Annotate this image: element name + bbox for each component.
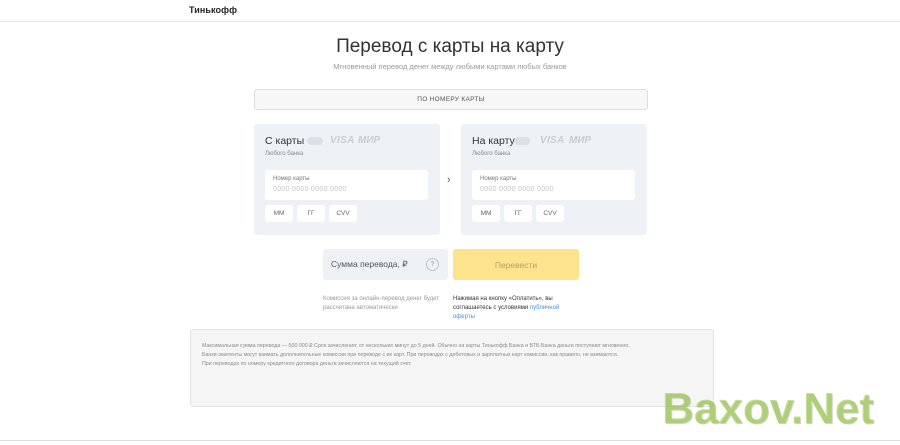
- info-box: Максимальная сумма перевода — 500 000 ₽.…: [190, 329, 714, 407]
- transfer-button[interactable]: Перевести: [453, 249, 579, 280]
- card-from-number-input[interactable]: [273, 186, 421, 193]
- divider: [0, 440, 900, 441]
- agreement-note: Нажимая на кнопку «Оплатить», вы соглаша…: [453, 295, 579, 322]
- visa-logo: VISA: [330, 135, 355, 146]
- amount-field[interactable]: ?: [323, 249, 448, 280]
- visa-logo: VISA: [540, 135, 565, 146]
- card-type-toggle[interactable]: [514, 137, 530, 145]
- watermark: Baxov.Net: [662, 384, 874, 433]
- mir-logo: МИР: [358, 135, 381, 146]
- card-from-month-input[interactable]: [265, 205, 293, 222]
- page-title: Перевод с карты на карту: [336, 36, 564, 57]
- commission-note: Комиссия за онлайн-перевод денег будет р…: [323, 296, 440, 311]
- card-from-subtitle: Любого банка: [265, 151, 304, 157]
- card-from-panel: С карты VISA МИР Любого банка Номер карт…: [254, 124, 440, 235]
- chevron-right-icon: ›: [447, 174, 451, 186]
- amount-input[interactable]: [331, 259, 426, 269]
- card-to-cvv-input[interactable]: [536, 205, 564, 222]
- card-to-number-input[interactable]: [480, 186, 628, 193]
- card-to-subtitle: Любого банка: [472, 151, 511, 157]
- card-to-panel: На карту VISA МИР Любого банка Номер кар…: [461, 124, 647, 235]
- card-to-month-input[interactable]: [472, 205, 500, 222]
- top-bar: Тинькофф: [0, 0, 900, 22]
- card-number-label: Номер карты: [480, 176, 517, 182]
- info-line: Банки-эмитенты могут взимать дополнитель…: [202, 352, 619, 358]
- mir-logo: МИР: [569, 135, 592, 146]
- card-number-label: Номер карты: [273, 176, 310, 182]
- card-to-number-field[interactable]: Номер карты: [472, 170, 635, 200]
- tinkoff-logo[interactable]: Тинькофф: [189, 5, 237, 15]
- card-from-cvv-input[interactable]: [329, 205, 357, 222]
- card-to-title: На карту: [472, 135, 515, 147]
- card-to-year-input[interactable]: [504, 205, 532, 222]
- info-line: При переводах по номеру кредитного догов…: [202, 361, 412, 367]
- question-icon[interactable]: ?: [426, 258, 439, 271]
- card-from-number-field[interactable]: Номер карты: [265, 170, 428, 200]
- card-from-title: С карты: [265, 135, 305, 147]
- info-line: Максимальная сумма перевода — 500 000 ₽.…: [202, 343, 630, 349]
- card-from-year-input[interactable]: [297, 205, 325, 222]
- card-type-toggle[interactable]: [307, 137, 323, 145]
- tab-by-card-number[interactable]: ПО НОМЕРУ КАРТЫ: [254, 89, 648, 110]
- page-subtitle: Мгновенный перевод денег между любыми ка…: [333, 62, 567, 71]
